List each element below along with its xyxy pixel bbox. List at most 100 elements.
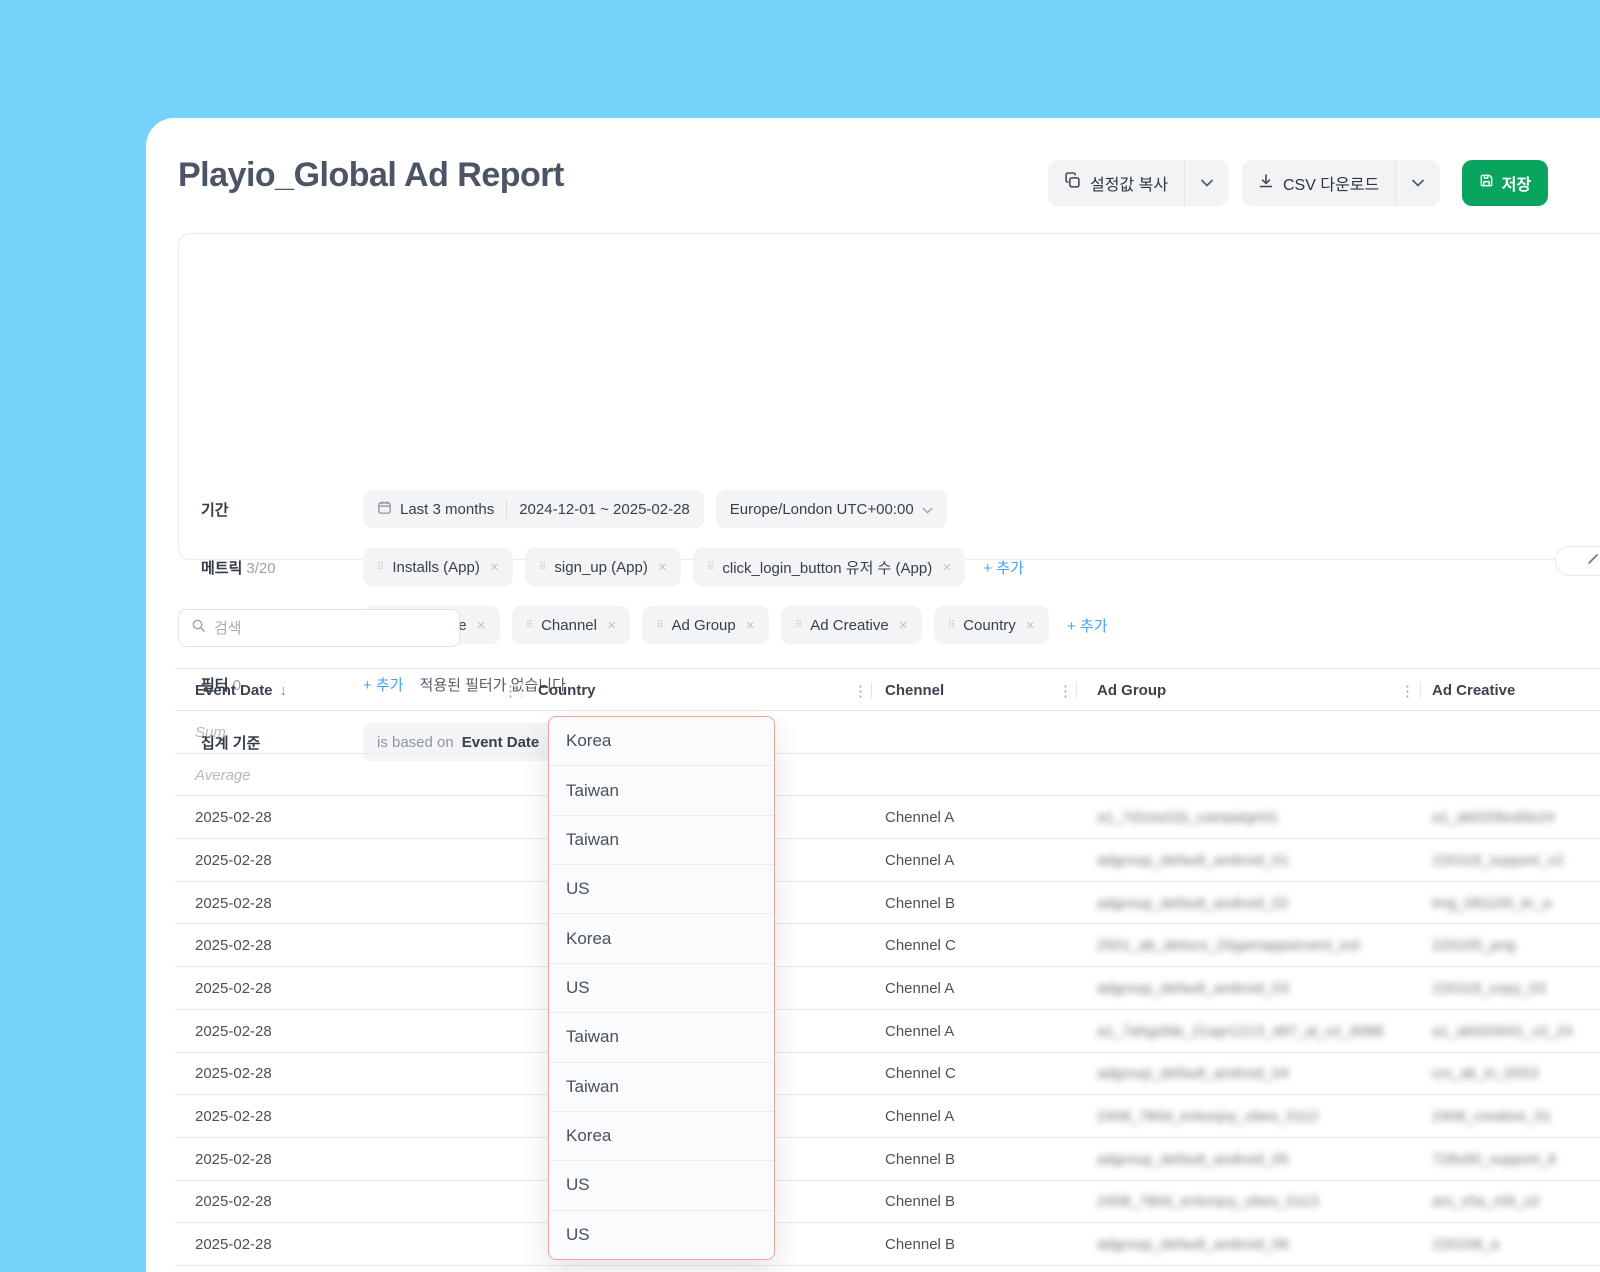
sort-desc-icon: ↓	[280, 682, 288, 699]
country-value: Korea	[549, 717, 774, 766]
summary-row-sum: Sum	[175, 711, 1600, 754]
channel-cell: Chennel B	[885, 1181, 955, 1224]
groupby-pill-label: Ad Group	[672, 617, 736, 634]
column-header-ad-group[interactable]: Ad Group	[1097, 669, 1166, 712]
ad-creative-cell-redacted: a1_ab020builds24	[1432, 796, 1555, 839]
channel-cell: Chennel A	[885, 1095, 954, 1138]
ad-creative-cell-redacted: img_081100_kr_a	[1432, 882, 1551, 925]
sum-label: Sum	[195, 711, 226, 754]
event-date-cell: 2025-02-28	[195, 1053, 272, 1096]
drag-handle-icon[interactable]: ⠿	[795, 620, 802, 631]
country-value: Taiwan	[549, 1013, 774, 1062]
drag-handle-icon[interactable]: ⠿	[539, 562, 546, 573]
column-menu-icon[interactable]: ⋮	[503, 669, 518, 712]
column-divider	[1420, 682, 1421, 699]
drag-handle-icon[interactable]: ⠿	[948, 620, 955, 631]
groupby-pill-label: Country	[963, 617, 1016, 634]
filter-row-period: 기간 Last 3 months 2024-12-01 ~ 2025-02-28…	[201, 490, 947, 528]
copy-settings-label: 설정값 복사	[1090, 171, 1168, 195]
average-label: Average	[195, 754, 251, 797]
close-icon[interactable]: ✕	[658, 561, 667, 574]
event-date-cell: 2025-02-28	[195, 1181, 272, 1224]
drag-handle-icon[interactable]: ⠿	[707, 562, 714, 573]
channel-cell: Chennel A	[885, 967, 954, 1010]
table-row: 2025-02-28 Chennel B adgroup_default_and…	[175, 1138, 1600, 1181]
close-icon[interactable]: ✕	[746, 619, 755, 632]
close-icon[interactable]: ✕	[490, 561, 499, 574]
column-divider	[871, 682, 872, 699]
column-header-country[interactable]: Country	[538, 669, 596, 712]
timezone-value: Europe/London UTC+00:00	[730, 501, 914, 518]
metric-pill[interactable]: ⠿ Installs (App) ✕	[363, 548, 513, 586]
ad-creative-cell-redacted: 220105_png	[1432, 924, 1515, 967]
close-icon[interactable]: ✕	[1026, 619, 1035, 632]
metric-pill-label: click_login_button 유저 수 (App)	[722, 557, 932, 578]
table-header: Event Date ↓ ⋮ Country ⋮ Chennel ⋮ Ad Gr…	[175, 668, 1600, 711]
channel-cell: Chennel A	[885, 796, 954, 839]
groupby-pill[interactable]: ⠿ Ad Group ✕	[642, 606, 769, 644]
channel-cell: Chennel C	[885, 924, 956, 967]
column-header-ad-creative[interactable]: Ad Creative	[1432, 669, 1515, 712]
screen: Playio_Global Ad Report 설정값 복사 CSV 다운로드	[0, 0, 1600, 1272]
close-icon[interactable]: ✕	[942, 561, 951, 574]
event-date-cell: 2025-02-28	[195, 882, 272, 925]
ad-creative-cell-redacted: a1_ab020041_v2_24	[1432, 1010, 1573, 1053]
copy-settings-button[interactable]: 설정값 복사	[1048, 160, 1229, 206]
channel-cell: Chennel B	[885, 1138, 955, 1181]
period-label: 기간	[201, 502, 229, 519]
panel-collapse-button[interactable]	[1555, 546, 1600, 576]
drag-handle-icon[interactable]: ⠿	[377, 562, 384, 573]
csv-download-button[interactable]: CSV 다운로드	[1242, 160, 1440, 206]
filter-row-metrics: 메트릭3/20 ⠿ Installs (App) ✕ ⠿ sign_up (Ap…	[201, 548, 1024, 586]
drag-handle-icon[interactable]: ⠿	[656, 620, 663, 631]
column-menu-icon[interactable]: ⋮	[1058, 669, 1073, 712]
csv-download-caret-button[interactable]	[1396, 160, 1440, 206]
metric-pill-label: sign_up (App)	[554, 559, 647, 576]
event-date-cell: 2025-02-28	[195, 1095, 272, 1138]
groupby-pill[interactable]: ⠿ Country ✕	[934, 606, 1049, 644]
metric-pill[interactable]: ⠿ sign_up (App) ✕	[525, 548, 681, 586]
country-value: US	[549, 1211, 774, 1259]
table-row: 2025-02-28 Chennel A 2408_780d_entonjoy_…	[175, 1095, 1600, 1138]
add-groupby-link[interactable]: + 추가	[1067, 615, 1108, 636]
drag-handle-icon[interactable]: ⠿	[526, 620, 533, 631]
copy-settings-caret-button[interactable]	[1185, 160, 1229, 206]
groupby-pill[interactable]: ⠿ Channel ✕	[512, 606, 630, 644]
channel-cell: Chennel B	[885, 882, 955, 925]
event-date-cell: 2025-02-28	[195, 1138, 272, 1181]
close-icon[interactable]: ✕	[607, 619, 616, 632]
metrics-label: 메트릭	[201, 560, 242, 577]
table-row: 2025-02-28 Chennel A a1_7ahgsfde_21apr12…	[175, 1010, 1600, 1053]
ad-group-cell-redacted: 2501_ab_detocs_20gamappsevent_ext	[1097, 924, 1360, 967]
period-range: 2024-12-01 ~ 2025-02-28	[519, 501, 690, 518]
country-value: US	[549, 865, 774, 914]
event-date-cell: 2025-02-28	[195, 839, 272, 882]
period-pill[interactable]: Last 3 months 2024-12-01 ~ 2025-02-28	[363, 490, 704, 528]
divider	[506, 500, 507, 518]
search-input[interactable]	[214, 620, 447, 637]
column-header-event-date[interactable]: Event Date ↓	[195, 669, 287, 712]
save-button[interactable]: 저장	[1462, 160, 1548, 206]
groupby-pill[interactable]: ⠿ Ad Creative ✕	[781, 606, 922, 644]
channel-cell: Chennel A	[885, 1010, 954, 1053]
save-icon	[1479, 173, 1494, 193]
timezone-select[interactable]: Europe/London UTC+00:00	[716, 490, 947, 528]
ad-creative-cell-redacted: crs_ak_in_0553	[1432, 1053, 1538, 1096]
column-menu-icon[interactable]: ⋮	[853, 669, 868, 712]
ad-group-cell-redacted: adgroup_default_android_06	[1097, 1223, 1289, 1266]
close-icon[interactable]: ✕	[477, 619, 486, 632]
resize-handle-icon	[1586, 552, 1600, 571]
column-header-chennel[interactable]: Chennel	[885, 669, 944, 712]
ad-group-cell-redacted: adgroup_default_android_01	[1097, 839, 1289, 882]
column-menu-icon[interactable]: ⋮	[1400, 669, 1415, 712]
ad-creative-cell-redacted: ars_v5a_r09_x2	[1432, 1181, 1540, 1224]
country-value: Taiwan	[549, 766, 774, 815]
country-column-drag-overlay[interactable]: Korea Taiwan Taiwan US Korea US Taiwan T…	[548, 716, 775, 1260]
table-row: 2025-02-28 Chennel C 2501_ab_detocs_20ga…	[175, 924, 1600, 967]
ad-group-cell-redacted: a1_7ahgsfde_21apr1213_487_al_x2_0088	[1097, 1010, 1383, 1053]
add-metric-link[interactable]: + 추가	[983, 557, 1024, 578]
close-icon[interactable]: ✕	[899, 619, 908, 632]
ad-creative-cell-redacted: 220118_copy_03	[1432, 967, 1546, 1010]
metric-pill[interactable]: ⠿ click_login_button 유저 수 (App) ✕	[693, 548, 965, 586]
ad-group-cell-redacted: adgroup_default_android_02	[1097, 882, 1289, 925]
